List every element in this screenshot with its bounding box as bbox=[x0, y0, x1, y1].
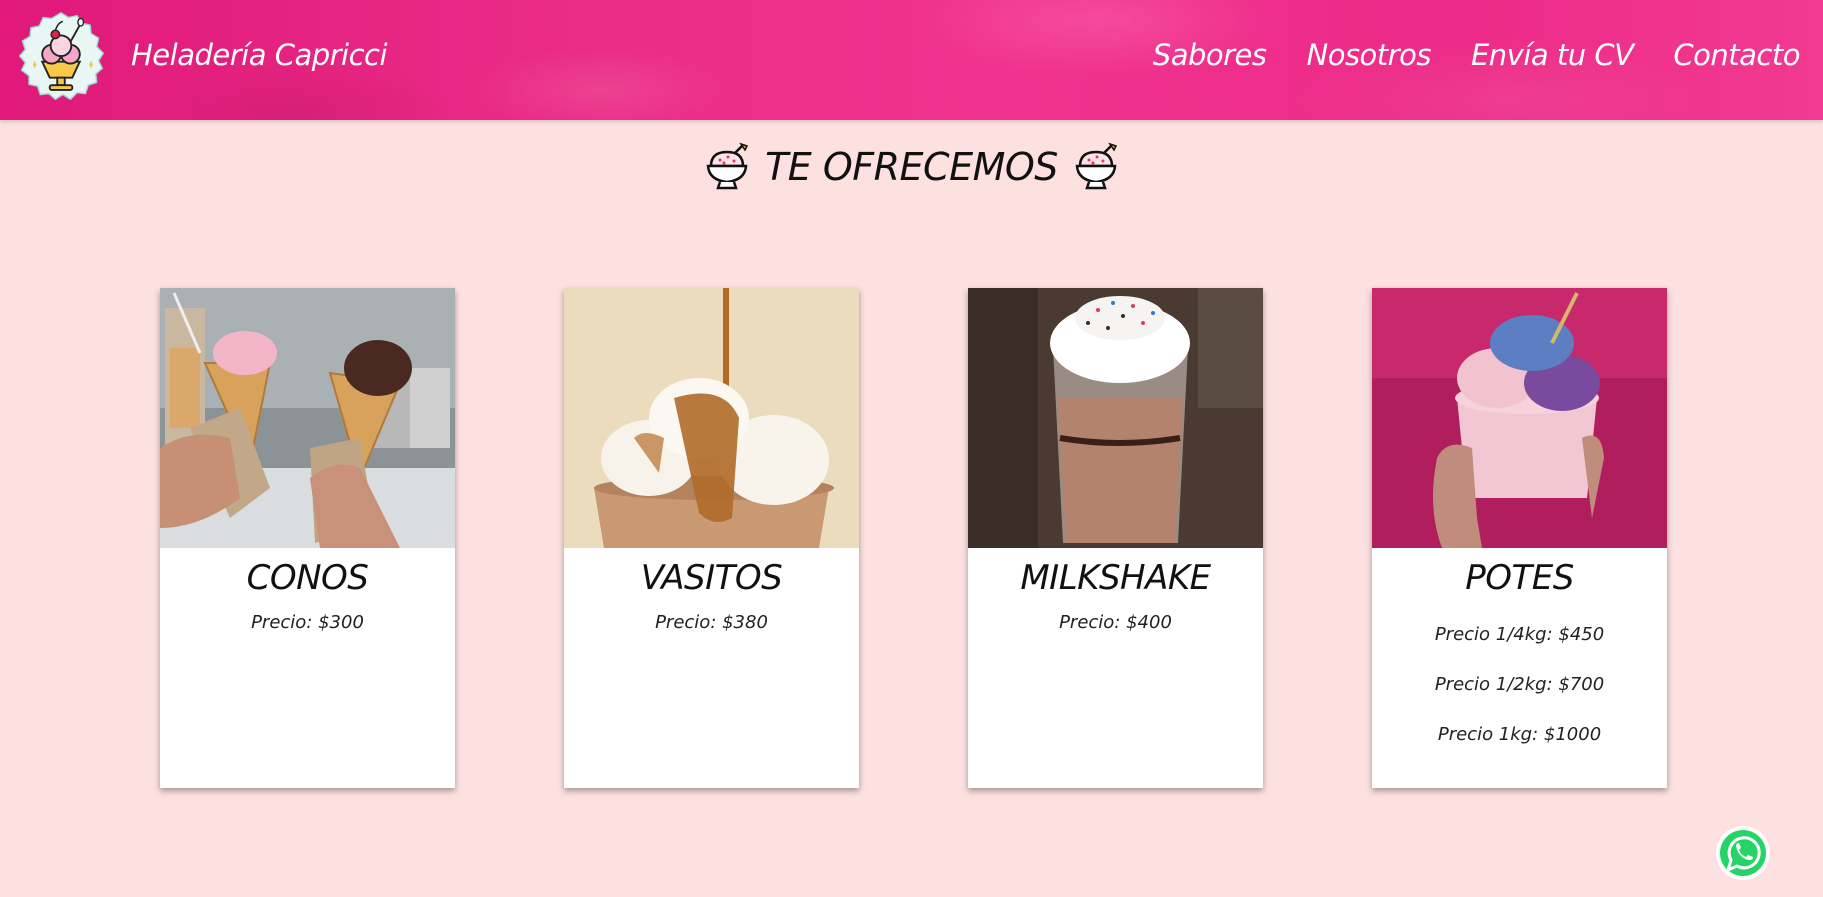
potes-image bbox=[1372, 288, 1667, 548]
brand-name[interactable]: Heladería Capricci bbox=[131, 38, 388, 72]
card-price: Precio: $400 bbox=[1059, 612, 1172, 633]
product-card-milkshake[interactable]: MILKSHAKE Precio: $400 bbox=[968, 288, 1263, 788]
card-prices: Precio 1/4kg: $450 Precio 1/2kg: $700 Pr… bbox=[1372, 610, 1667, 760]
card-price: Precio: $380 bbox=[655, 612, 768, 633]
conos-image bbox=[160, 288, 455, 548]
nav-link-envia-cv[interactable]: Envía tu CV bbox=[1471, 38, 1634, 72]
card-price: Precio: $300 bbox=[251, 612, 364, 633]
vasitos-image bbox=[564, 288, 859, 548]
card-title: POTES bbox=[1465, 558, 1574, 598]
card-prices: Precio: $300 bbox=[160, 598, 455, 648]
card-title: MILKSHAKE bbox=[1020, 558, 1211, 598]
card-title: VASITOS bbox=[640, 558, 783, 598]
main-nav: Sabores Nosotros Envía tu CV Contacto bbox=[1153, 38, 1801, 72]
shaved-ice-bowl-icon bbox=[1075, 142, 1117, 190]
card-price: Precio 1/2kg: $700 bbox=[1434, 674, 1605, 695]
logo-icon[interactable] bbox=[14, 10, 108, 104]
nav-link-sabores[interactable]: Sabores bbox=[1153, 38, 1267, 72]
card-price: Precio 1/4kg: $450 bbox=[1434, 624, 1605, 645]
whatsapp-icon[interactable] bbox=[1714, 824, 1772, 882]
product-card-vasitos[interactable]: VASITOS Precio: $380 bbox=[564, 288, 859, 788]
section-title: TE OFRECEMOS bbox=[765, 145, 1058, 189]
navbar: Heladería Capricci Sabores Nosotros Enví… bbox=[0, 0, 1823, 120]
shaved-ice-bowl-icon bbox=[706, 142, 749, 190]
card-price: Precio 1kg: $1000 bbox=[1437, 724, 1602, 745]
card-prices: Precio: $400 bbox=[968, 598, 1263, 648]
product-card-potes[interactable]: POTES Precio 1/4kg: $450 Precio 1/2kg: $… bbox=[1372, 288, 1667, 788]
nav-link-contacto[interactable]: Contacto bbox=[1673, 38, 1800, 72]
nav-link-nosotros[interactable]: Nosotros bbox=[1307, 38, 1432, 72]
section-heading: TE OFRECEMOS bbox=[0, 142, 1823, 192]
milkshake-image bbox=[968, 288, 1263, 548]
product-card-conos[interactable]: CONOS Precio: $300 bbox=[160, 288, 455, 788]
card-title: CONOS bbox=[246, 558, 369, 598]
card-prices: Precio: $380 bbox=[564, 598, 859, 648]
